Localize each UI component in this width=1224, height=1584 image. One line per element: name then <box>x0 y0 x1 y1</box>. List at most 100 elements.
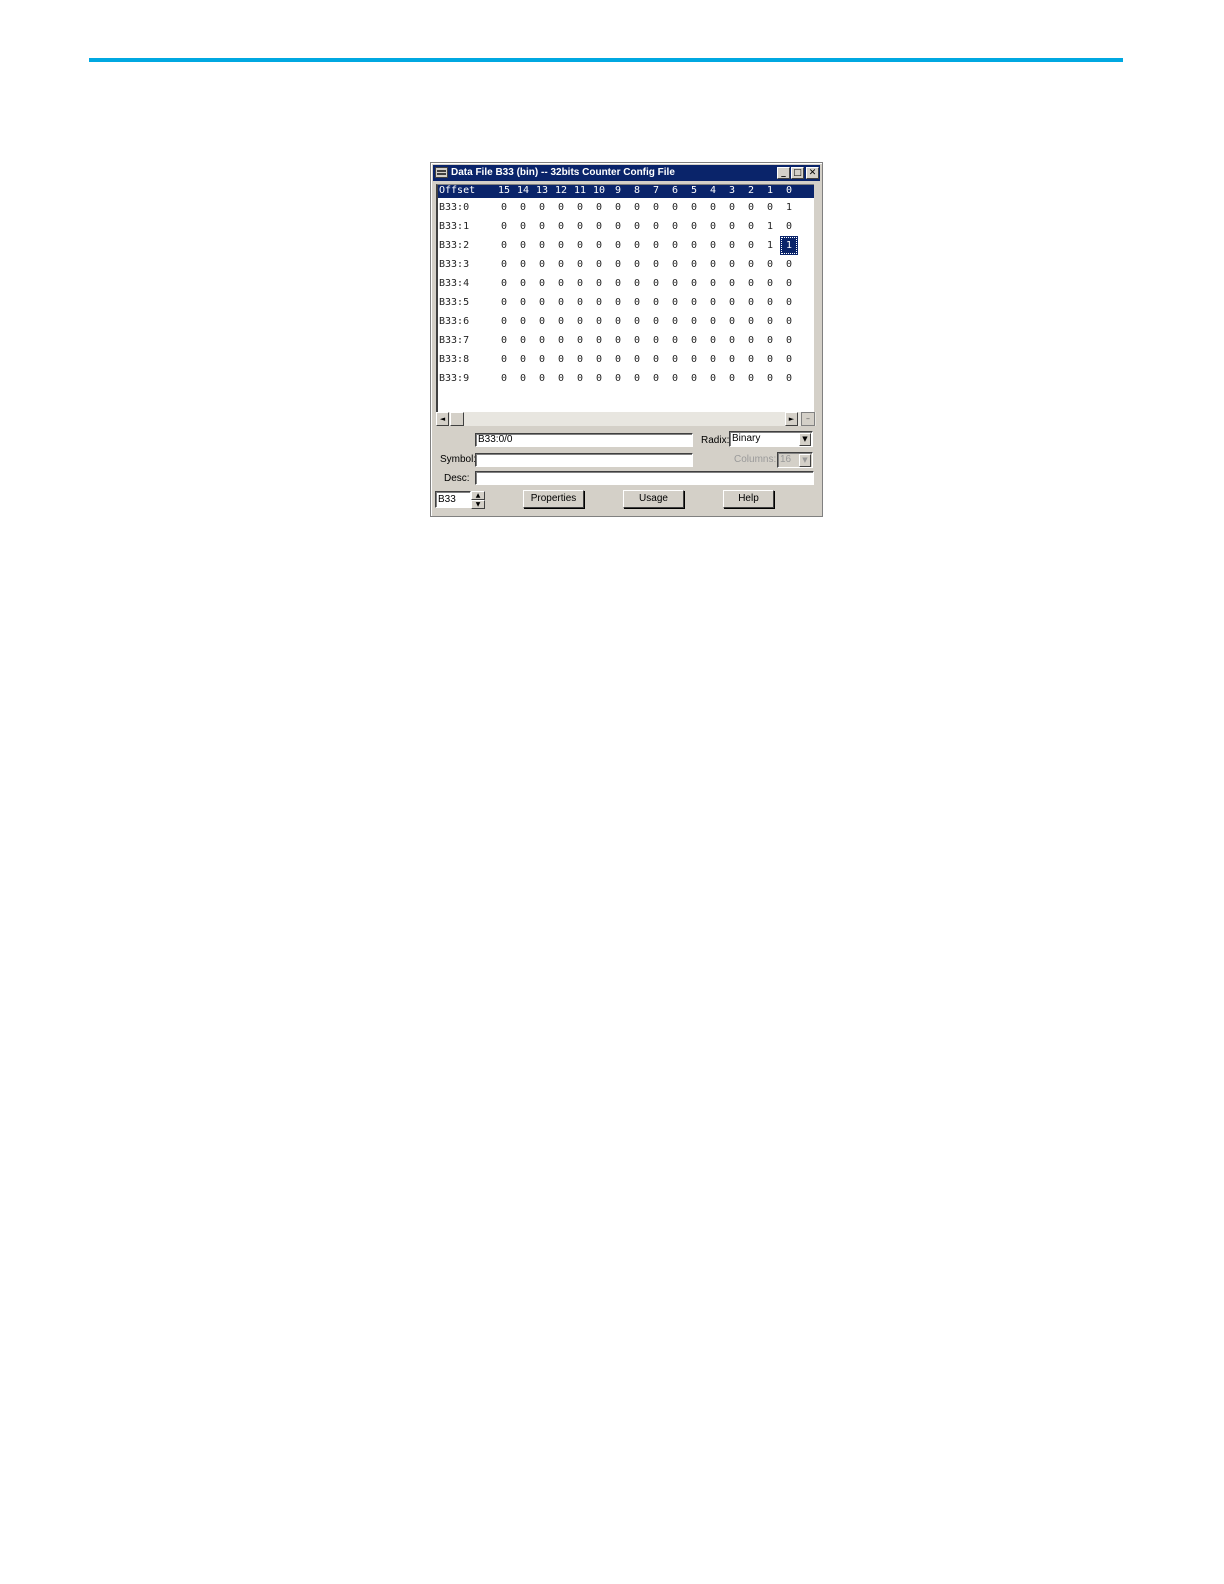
bit-cell[interactable]: 0 <box>495 236 513 255</box>
bit-cell[interactable]: 0 <box>704 217 722 236</box>
bit-cell[interactable]: 0 <box>590 236 608 255</box>
bit-cell[interactable]: 0 <box>495 293 513 312</box>
bit-cell[interactable]: 0 <box>666 198 684 217</box>
bit-cell[interactable]: 0 <box>533 236 551 255</box>
bit-cell[interactable]: 0 <box>514 217 532 236</box>
bit-cell[interactable]: 0 <box>742 198 760 217</box>
bit-cell[interactable]: 0 <box>590 217 608 236</box>
bit-cell[interactable]: 0 <box>495 274 513 293</box>
bit-cell[interactable]: 0 <box>514 198 532 217</box>
bit-cell[interactable]: 0 <box>628 350 646 369</box>
bit-cell[interactable]: 0 <box>514 255 532 274</box>
bit-cell[interactable]: 0 <box>628 236 646 255</box>
bit-cell[interactable]: 0 <box>533 369 551 388</box>
bit-cell[interactable]: 0 <box>761 331 779 350</box>
bit-cell[interactable]: 0 <box>552 236 570 255</box>
bit-cell[interactable]: 0 <box>666 293 684 312</box>
bit-cell[interactable]: 0 <box>552 312 570 331</box>
bit-cell[interactable]: 0 <box>666 236 684 255</box>
bit-cell[interactable]: 0 <box>571 217 589 236</box>
file-up-arrow-icon[interactable]: ▲ <box>471 491 485 500</box>
bit-cell[interactable]: 0 <box>685 293 703 312</box>
bit-cell[interactable]: 0 <box>704 293 722 312</box>
bit-cell[interactable]: 0 <box>590 312 608 331</box>
bit-cell[interactable]: 0 <box>609 198 627 217</box>
symbol-field[interactable] <box>475 453 693 467</box>
file-number-input[interactable]: B33 <box>435 491 471 508</box>
bit-cell[interactable]: 0 <box>628 274 646 293</box>
bit-cell[interactable]: 0 <box>742 236 760 255</box>
bit-cell[interactable]: 0 <box>723 293 741 312</box>
bit-cell[interactable]: 0 <box>628 293 646 312</box>
bit-cell[interactable]: 0 <box>552 217 570 236</box>
bit-cell[interactable]: 0 <box>495 217 513 236</box>
bit-cell[interactable]: 0 <box>609 293 627 312</box>
bit-cell[interactable]: 0 <box>571 236 589 255</box>
bit-cell[interactable]: 0 <box>609 369 627 388</box>
bit-cell[interactable]: 0 <box>723 350 741 369</box>
bit-cell[interactable]: 0 <box>780 217 798 236</box>
bit-cell[interactable]: 0 <box>495 350 513 369</box>
bit-cell[interactable]: 0 <box>647 331 665 350</box>
bit-cell[interactable]: 0 <box>628 198 646 217</box>
bit-cell[interactable]: 0 <box>704 350 722 369</box>
bit-cell[interactable]: 0 <box>704 369 722 388</box>
bit-cell[interactable]: 0 <box>780 331 798 350</box>
bit-cell[interactable]: 0 <box>742 350 760 369</box>
bit-cell[interactable]: 0 <box>571 369 589 388</box>
bit-cell[interactable]: 0 <box>761 198 779 217</box>
bit-cell[interactable]: 0 <box>666 369 684 388</box>
bit-cell[interactable]: 0 <box>552 293 570 312</box>
bit-cell[interactable]: 0 <box>552 198 570 217</box>
bit-cell[interactable]: 0 <box>685 217 703 236</box>
bit-cell[interactable]: 0 <box>533 331 551 350</box>
close-button[interactable]: ✕ <box>806 167 819 179</box>
horizontal-scrollbar[interactable]: ◄ ► – <box>436 412 816 426</box>
bit-cell[interactable]: 0 <box>761 255 779 274</box>
bit-cell[interactable]: 0 <box>742 369 760 388</box>
bit-cell[interactable]: 0 <box>780 274 798 293</box>
bit-cell[interactable]: 0 <box>761 312 779 331</box>
bit-cell[interactable]: 0 <box>704 312 722 331</box>
bit-cell[interactable]: 0 <box>647 350 665 369</box>
bit-cell[interactable]: 0 <box>495 331 513 350</box>
bit-cell[interactable]: 0 <box>514 369 532 388</box>
bit-cell[interactable]: 0 <box>628 369 646 388</box>
bit-cell[interactable]: 0 <box>533 274 551 293</box>
minimize-button[interactable]: _ <box>777 167 790 179</box>
bit-cell[interactable]: 0 <box>780 312 798 331</box>
bit-cell[interactable]: 0 <box>723 274 741 293</box>
bit-cell[interactable]: 0 <box>666 350 684 369</box>
bit-cell[interactable]: 0 <box>666 312 684 331</box>
bit-cell[interactable]: 0 <box>685 236 703 255</box>
bit-cell[interactable]: 0 <box>590 255 608 274</box>
bit-cell[interactable]: 1 <box>761 217 779 236</box>
bit-cell[interactable]: 0 <box>533 350 551 369</box>
bit-cell[interactable]: 0 <box>609 255 627 274</box>
bit-cell[interactable]: 0 <box>723 236 741 255</box>
bit-cell[interactable]: 0 <box>761 350 779 369</box>
bit-cell[interactable]: 0 <box>647 274 665 293</box>
bit-cell[interactable]: 0 <box>704 198 722 217</box>
bit-cell[interactable]: 0 <box>742 312 760 331</box>
bit-cell[interactable]: 0 <box>590 198 608 217</box>
bit-cell[interactable]: 0 <box>666 255 684 274</box>
properties-button[interactable]: Properties <box>523 490 584 508</box>
bit-cell[interactable]: 0 <box>552 255 570 274</box>
bit-cell[interactable]: 0 <box>552 369 570 388</box>
scroll-thumb[interactable] <box>450 412 464 426</box>
bit-cell[interactable]: 0 <box>704 331 722 350</box>
bit-cell[interactable]: 0 <box>552 331 570 350</box>
bit-cell[interactable]: 0 <box>571 255 589 274</box>
bit-cell[interactable]: 0 <box>647 217 665 236</box>
bit-cell[interactable]: 0 <box>647 293 665 312</box>
bit-cell[interactable]: 0 <box>685 274 703 293</box>
bit-cell[interactable]: 0 <box>628 312 646 331</box>
bit-cell[interactable]: 0 <box>742 255 760 274</box>
title-bar[interactable]: Data File B33 (bin) -- 32bits Counter Co… <box>433 165 820 181</box>
bit-cell[interactable]: 0 <box>742 293 760 312</box>
bit-cell[interactable]: 0 <box>723 331 741 350</box>
bit-cell[interactable]: 0 <box>571 312 589 331</box>
bit-cell[interactable]: 0 <box>647 255 665 274</box>
bit-cell[interactable]: 1 <box>780 236 798 255</box>
